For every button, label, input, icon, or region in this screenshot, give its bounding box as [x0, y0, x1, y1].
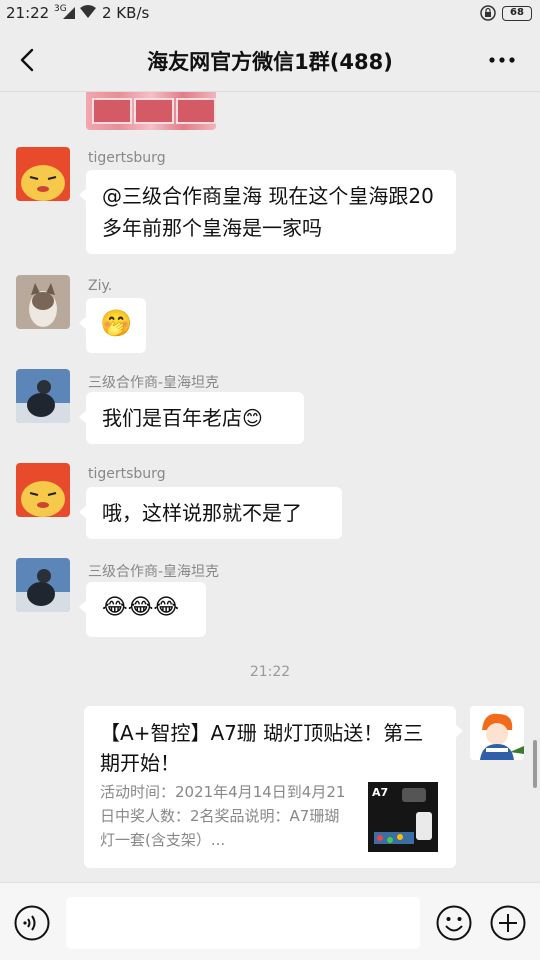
chat-scrollbar[interactable] — [533, 740, 537, 788]
shared-link-card[interactable]: 【A+智控】A7珊 瑚灯顶贴送！第三期开始！ 活动时间：2021年4月14日到4… — [84, 706, 463, 868]
avatar[interactable] — [16, 147, 70, 201]
emoji-icon[interactable] — [436, 905, 472, 941]
sender-name: 三级合作商-皇海坦克 — [88, 564, 220, 580]
avatar[interactable] — [16, 369, 70, 423]
plus-icon[interactable] — [490, 905, 526, 941]
status-time: 21:22 — [6, 4, 50, 22]
wifi-icon — [80, 5, 96, 18]
avatar[interactable] — [16, 558, 70, 612]
network-speed: 2 KB/s — [102, 4, 150, 22]
card-thumbnail: A7 — [368, 782, 438, 852]
message-list[interactable]: tigertsburg @三级合作商皇海 现在这个皇海跟20 多年前那个皇海是一… — [0, 92, 540, 882]
battery-level: 68 — [502, 6, 532, 21]
message-bubble[interactable]: 😂😂😂 — [79, 582, 206, 637]
message-input[interactable] — [66, 897, 420, 949]
status-bar: 21:22 3G 2 KB/s 68 — [0, 0, 540, 28]
message-bubble[interactable]: @三级合作商皇海 现在这个皇海跟20 多年前那个皇海是一家吗 — [79, 170, 456, 254]
back-arrow-icon[interactable] — [14, 44, 42, 76]
message-timestamp: 21:22 — [249, 664, 291, 680]
chat-header: 海友网官方微信1群(488) — [0, 28, 540, 92]
message-bubble[interactable]: 🤭 — [79, 298, 146, 353]
sender-name: 三级合作商-皇海坦克 — [88, 375, 220, 391]
card-description: 活动时间：2021年4月14日到4月21日中奖人数：2名奖品说明：A7珊瑚灯一套… — [100, 783, 346, 849]
rotation-lock-icon — [480, 5, 496, 21]
image-message[interactable] — [86, 92, 216, 130]
sender-name: tigertsburg — [88, 150, 166, 166]
chat-title: 海友网官方微信1群(488) — [147, 50, 393, 74]
avatar[interactable] — [16, 463, 70, 517]
message-bubble[interactable]: 哦，这样说那就不是了 — [79, 487, 342, 539]
my-avatar[interactable] — [470, 706, 524, 760]
message-bubble[interactable]: 我们是百年老店😊 — [79, 392, 304, 444]
sender-name: tigertsburg — [88, 466, 166, 482]
card-title: 【A+智控】A7珊 瑚灯顶贴送！第三期开始！ — [100, 721, 424, 775]
more-dots-icon[interactable] — [484, 44, 520, 76]
input-bar — [0, 882, 540, 960]
signal-icon — [63, 7, 75, 19]
sender-name: Ziy. — [88, 278, 113, 294]
avatar[interactable] — [16, 275, 70, 329]
voice-icon[interactable] — [14, 905, 50, 941]
